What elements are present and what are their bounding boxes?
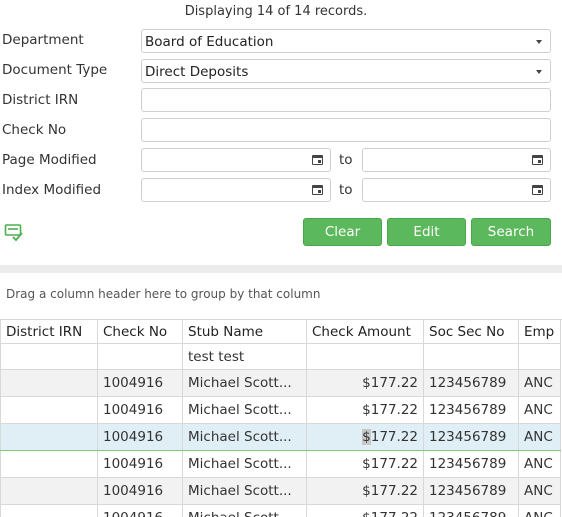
cell-soc-sec-no: 123456789 xyxy=(424,370,519,397)
records-grid: District IRN Check No Stub Name Check Am… xyxy=(0,319,562,517)
column-header-emp[interactable]: Emp xyxy=(519,320,561,344)
table-row-selected[interactable]: 1004916 Michael Scott... $177.22 1234567… xyxy=(1,424,561,451)
index-modified-label: Index Modified xyxy=(2,182,101,198)
section-divider xyxy=(0,265,562,273)
cell-check-amount: $177.22 xyxy=(307,397,424,424)
index-modified-from-input[interactable] xyxy=(141,178,331,202)
cell-stub-name: Michael Scott... xyxy=(183,478,307,505)
filter-cell-stub-name[interactable]: test test xyxy=(183,344,307,370)
column-header-check-amount[interactable]: Check Amount xyxy=(307,320,424,344)
cell-check-amount-value: 177.22 xyxy=(371,429,418,445)
cell-stub-name: Michael Scott... xyxy=(183,424,307,451)
check-no-label: Check No xyxy=(2,122,66,138)
column-header-stub-name[interactable]: Stub Name xyxy=(183,320,307,344)
document-type-value: Direct Deposits xyxy=(145,64,248,80)
table-row[interactable]: 1004916 Michael Scott... $177.22 1234567… xyxy=(1,451,561,478)
cell-check-amount: $177.22 xyxy=(307,478,424,505)
table-row[interactable]: 1004916 Michael Scott... $177.22 1234567… xyxy=(1,505,561,517)
cell-stub-name: Michael Scott... xyxy=(183,505,307,517)
calendar-icon[interactable] xyxy=(532,155,543,165)
page-modified-to-input[interactable] xyxy=(362,148,551,172)
filter-cell-soc-sec-no[interactable] xyxy=(424,344,519,370)
index-modified-to-input[interactable] xyxy=(362,178,551,202)
cell-soc-sec-no: 123456789 xyxy=(424,478,519,505)
district-irn-label: District IRN xyxy=(2,92,78,108)
calendar-icon[interactable] xyxy=(532,185,543,195)
column-header-district-irn[interactable]: District IRN xyxy=(1,320,98,344)
search-button[interactable]: Search xyxy=(471,218,551,246)
calendar-icon[interactable] xyxy=(312,155,323,165)
document-type-select[interactable]: Direct Deposits xyxy=(141,59,551,83)
calendar-icon[interactable] xyxy=(312,185,323,195)
list-check-icon[interactable] xyxy=(4,222,24,242)
cell-emp: ANC xyxy=(519,478,561,505)
cell-check-no: 1004916 xyxy=(98,478,183,505)
filter-cell-district-irn[interactable] xyxy=(1,344,98,370)
cell-check-no: 1004916 xyxy=(98,424,183,451)
cell-emp: ANC xyxy=(519,397,561,424)
cell-check-no: 1004916 xyxy=(98,370,183,397)
cell-soc-sec-no: 123456789 xyxy=(424,451,519,478)
page-modified-from-input[interactable] xyxy=(141,148,331,172)
cell-stub-name: Michael Scott... xyxy=(183,397,307,424)
page-modified-to-label: to xyxy=(339,152,353,168)
cell-district-irn xyxy=(1,478,98,505)
filter-cell-emp[interactable] xyxy=(519,344,561,370)
cell-soc-sec-no: 123456789 xyxy=(424,424,519,451)
cell-district-irn xyxy=(1,424,98,451)
column-header-soc-sec-no[interactable]: Soc Sec No xyxy=(424,320,519,344)
group-by-hint[interactable]: Drag a column header here to group by th… xyxy=(6,287,320,301)
filter-row: test test xyxy=(1,344,561,370)
table-row[interactable]: 1004916 Michael Scott... $177.22 1234567… xyxy=(1,478,561,505)
cell-stub-name: Michael Scott... xyxy=(183,451,307,478)
check-no-input[interactable] xyxy=(141,118,551,142)
edit-button[interactable]: Edit xyxy=(387,218,466,246)
cell-check-no: 1004916 xyxy=(98,451,183,478)
cell-district-irn xyxy=(1,397,98,424)
table-row[interactable]: 1004916 Michael Scott... $177.22 1234567… xyxy=(1,397,561,424)
cell-district-irn xyxy=(1,370,98,397)
department-select[interactable]: Board of Education xyxy=(141,29,551,53)
chevron-down-icon xyxy=(536,40,542,44)
cell-emp: ANC xyxy=(519,424,561,451)
cell-check-amount: $177.22 xyxy=(307,424,424,451)
text-cursor-highlight: $ xyxy=(362,429,371,445)
cell-check-amount: $177.22 xyxy=(307,451,424,478)
cell-check-no: 1004916 xyxy=(98,505,183,517)
cell-check-no: 1004916 xyxy=(98,397,183,424)
cell-emp: ANC xyxy=(519,451,561,478)
cell-check-amount: $177.22 xyxy=(307,505,424,517)
document-type-label: Document Type xyxy=(2,62,107,78)
table-row[interactable]: 1004916 Michael Scott... $177.22 1234567… xyxy=(1,370,561,397)
cell-check-amount: $177.22 xyxy=(307,370,424,397)
cell-district-irn xyxy=(1,505,98,517)
records-count: Displaying 14 of 14 records. xyxy=(0,4,552,19)
cell-stub-name: Michael Scott... xyxy=(183,370,307,397)
cell-soc-sec-no: 123456789 xyxy=(424,397,519,424)
cell-district-irn xyxy=(1,451,98,478)
page-modified-label: Page Modified xyxy=(2,152,97,168)
column-header-check-no[interactable]: Check No xyxy=(98,320,183,344)
chevron-down-icon xyxy=(536,70,542,74)
department-label: Department xyxy=(2,32,84,48)
filter-cell-check-no[interactable] xyxy=(98,344,183,370)
department-value: Board of Education xyxy=(145,34,273,50)
cell-emp: ANC xyxy=(519,505,561,517)
filter-cell-check-amount[interactable] xyxy=(307,344,424,370)
cell-soc-sec-no: 123456789 xyxy=(424,505,519,517)
index-modified-to-label: to xyxy=(339,182,353,198)
district-irn-input[interactable] xyxy=(141,88,551,112)
clear-button[interactable]: Clear xyxy=(303,218,382,246)
cell-emp: ANC xyxy=(519,370,561,397)
